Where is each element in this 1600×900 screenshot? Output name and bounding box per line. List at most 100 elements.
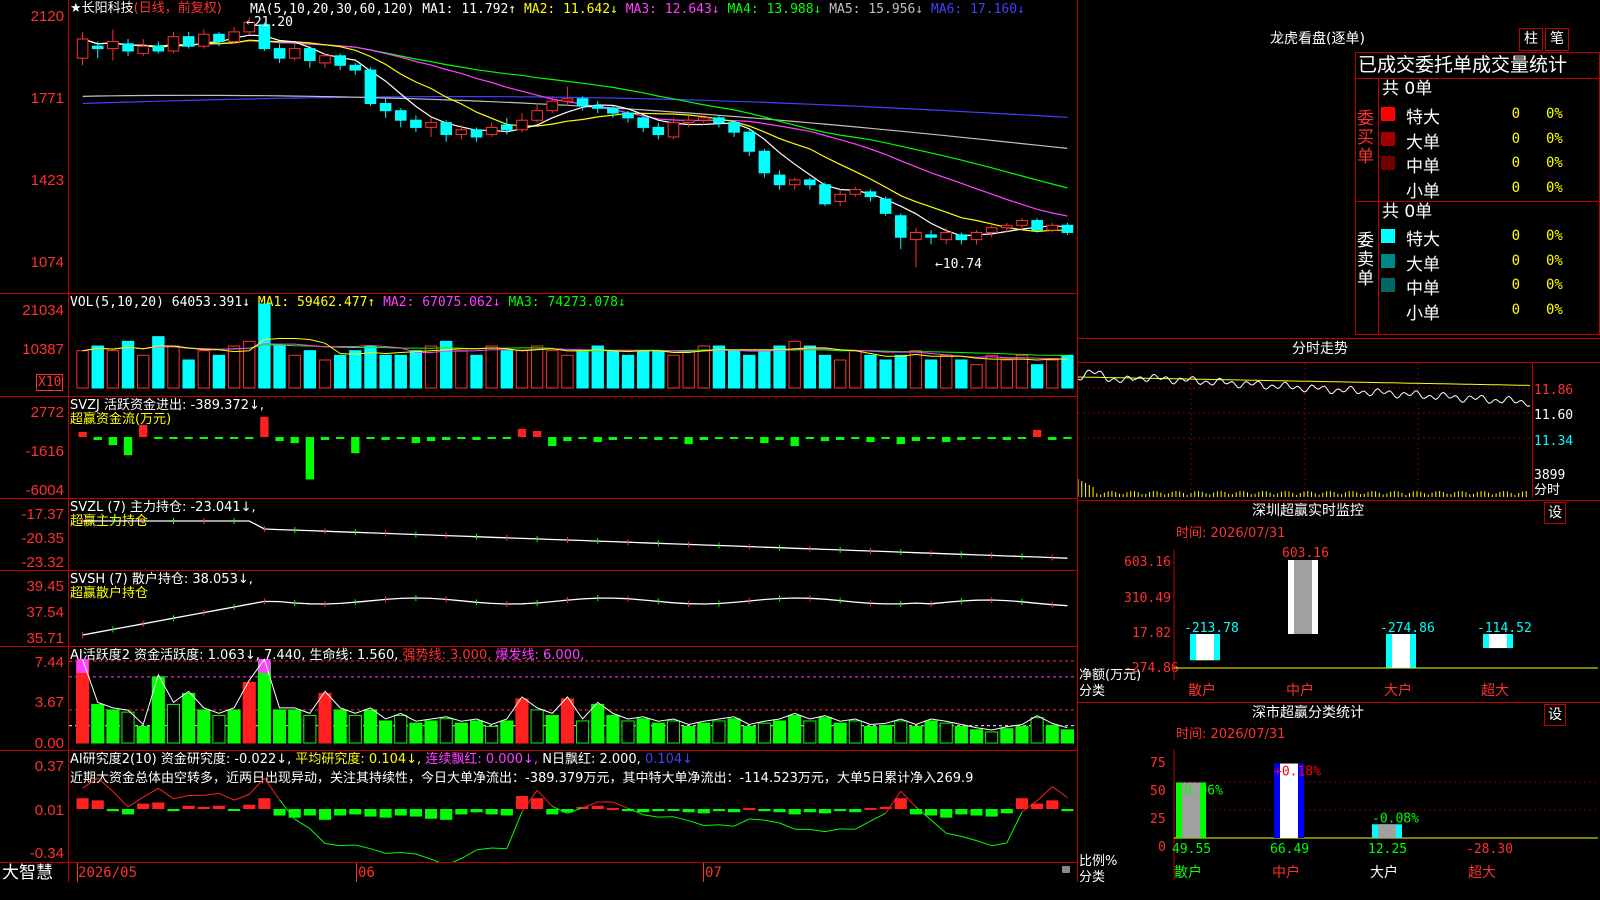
svsh-line-chart[interactable] (69, 571, 1077, 646)
svzj-bar (775, 437, 784, 441)
activity-bar (91, 703, 105, 744)
activity-bar (697, 722, 711, 744)
activity-bar (833, 722, 847, 744)
svzj-bar (290, 437, 299, 444)
candle-body (713, 117, 725, 124)
price-axis-label: 1771 (30, 90, 64, 107)
volume-bar (500, 350, 513, 389)
candle-body (743, 131, 756, 152)
intraday-axis-label: 11.34 (1534, 434, 1574, 449)
candle-body (531, 110, 543, 121)
order-percent: 0% (1546, 130, 1563, 147)
research-bar (970, 809, 983, 816)
order-stats-header: 已成交委托单成交量统计 (1358, 54, 1568, 76)
volume-bar (606, 350, 620, 389)
sm-category-label: 中户 (1272, 864, 1300, 881)
volume-bar (909, 350, 923, 389)
research-bar (909, 809, 922, 815)
sz-realtime-bar-chart[interactable]: -213.78 散户 603.16 中户 -274.86 大户 -114.52 超大 (1078, 540, 1600, 705)
ai2-research-chart[interactable] (69, 751, 1077, 862)
volume-bar (985, 354, 998, 389)
activity-bar (757, 722, 771, 744)
svzj-bar (639, 437, 648, 439)
research-bar (273, 809, 286, 816)
activity-bar (409, 722, 423, 744)
price-candlestick-chart[interactable] (69, 0, 1077, 293)
research-bar (591, 805, 604, 809)
candle-body (107, 40, 119, 50)
activity-bar (1045, 724, 1059, 744)
volume-bar (303, 350, 317, 389)
intraday-unit: 分时 (1534, 483, 1561, 498)
research-line (1006, 811, 1023, 844)
research-bar (955, 809, 968, 815)
brand-logo[interactable]: 大智慧 (2, 864, 53, 882)
volume-bar (955, 359, 968, 389)
volume-bar (455, 350, 468, 389)
svzj-bar (896, 437, 905, 445)
volume-bar (394, 354, 407, 389)
research-bar (197, 806, 210, 809)
ai1-activity-chart[interactable] (69, 647, 1077, 750)
sz-settings-button[interactable]: 设 (1544, 502, 1566, 524)
svsh-axis-label: 39.45 (26, 578, 64, 595)
candle-body (213, 33, 225, 42)
vol-unit-badge[interactable]: X10 (36, 374, 64, 391)
activity-bar (576, 720, 590, 744)
activity-bar (894, 720, 908, 744)
svsh-axis-label: 37.54 (26, 604, 64, 621)
buy-orders-label: 委买单 (1357, 109, 1374, 167)
volume-bar (561, 354, 574, 389)
activity-bar (1015, 725, 1029, 744)
sm-category-bar-chart[interactable]: -0.06% 49.55 散户 +0.18% 66.49 中户 -0.08% 12.25 大户 -… (1078, 740, 1600, 900)
sz-bar-value: -114.52 (1477, 621, 1532, 636)
research-bar (712, 809, 725, 812)
research-bar (334, 809, 347, 816)
svzj-bar (790, 437, 799, 447)
research-line (461, 849, 477, 859)
lock-icon[interactable] (1062, 866, 1070, 873)
research-bar (637, 809, 650, 813)
volume-chart[interactable] (69, 294, 1077, 396)
candle-body (1046, 224, 1059, 231)
research-line (491, 847, 507, 850)
candle-body (182, 36, 195, 47)
sm-settings-button[interactable]: 设 (1544, 704, 1566, 726)
candle-body (273, 48, 286, 59)
bar-mode-button[interactable]: 柱 (1519, 28, 1543, 51)
research-line (385, 852, 401, 854)
order-type-label: 大单 (1406, 254, 1440, 275)
research-line (779, 822, 795, 830)
research-line (733, 818, 750, 827)
research-bar (364, 809, 377, 817)
order-count: 0 (1511, 179, 1520, 196)
research-bar (228, 809, 241, 811)
research-bar (682, 809, 695, 813)
activity-bar (500, 720, 514, 744)
order-type-label: 小单 (1406, 181, 1440, 202)
activity-bar (166, 703, 181, 744)
price-axis-label: 1074 (30, 254, 64, 271)
ma-line (82, 38, 1068, 233)
svzl-line-chart[interactable] (69, 499, 1077, 570)
sz-bar-value: -274.86 (1380, 621, 1435, 636)
volume-bar (1015, 354, 1029, 389)
activity-bar (621, 720, 635, 744)
intraday-chart[interactable] (1078, 363, 1532, 498)
svzj-bar (805, 437, 815, 440)
volume-bar (106, 350, 120, 389)
svzj-axis-label: -1616 (25, 443, 64, 460)
svzj-histogram[interactable] (69, 397, 1077, 498)
tick-mode-button[interactable]: 笔 (1545, 28, 1569, 51)
research-bar (834, 809, 847, 812)
activity-bar (106, 709, 120, 744)
svzj-bar (245, 437, 254, 440)
sz-category-label: 大户 (1384, 682, 1412, 699)
order-type-label: 中单 (1406, 279, 1440, 299)
svzj-bar (139, 424, 148, 437)
research-bar (788, 809, 801, 815)
activity-bar (348, 714, 362, 744)
research-bar (455, 809, 468, 815)
bar-highlight (1196, 634, 1214, 661)
research-bar (925, 809, 938, 816)
